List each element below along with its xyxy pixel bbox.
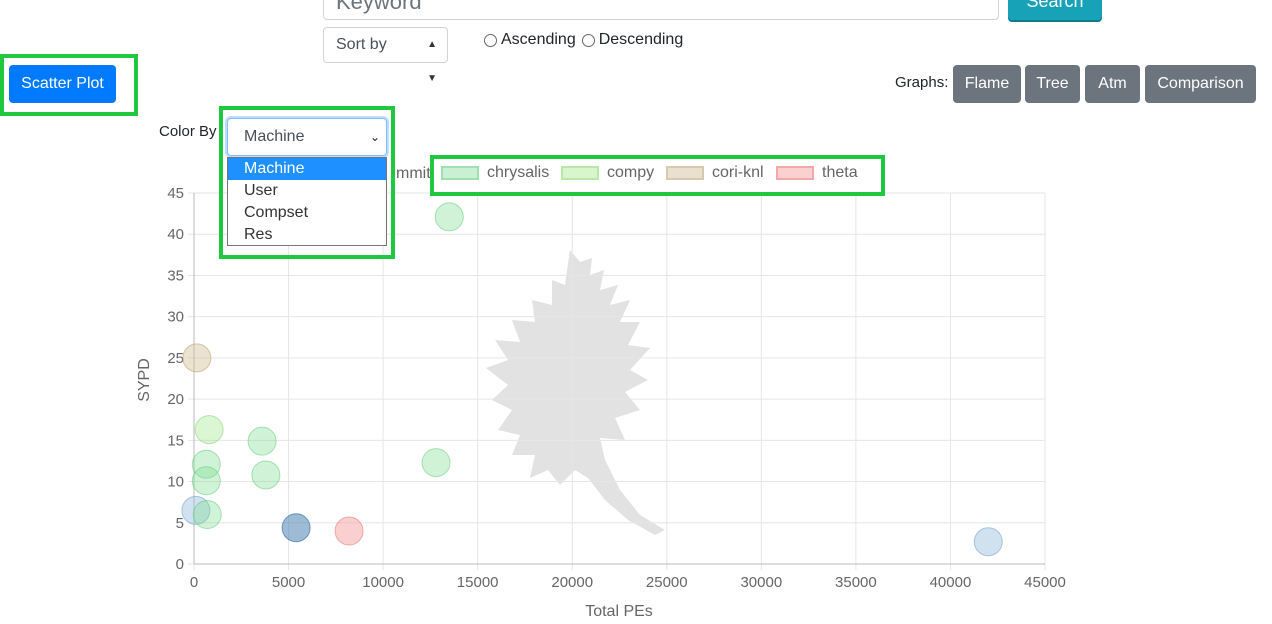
x-tick-label: 15000 — [457, 574, 499, 591]
legend-label: cori-knl — [712, 164, 764, 181]
y-tick-label: 35 — [167, 267, 184, 284]
legend-swatch — [666, 166, 704, 180]
legend-item-theta[interactable]: theta — [776, 164, 858, 182]
y-tick-label: 25 — [167, 350, 184, 367]
scatter-point[interactable] — [182, 343, 212, 373]
legend-label: compy — [607, 164, 655, 181]
legend-item-cori-knl[interactable]: cori-knl — [666, 164, 764, 182]
x-tick-label: 5000 — [272, 574, 305, 591]
option-compset[interactable]: Compset — [228, 202, 386, 224]
x-tick-label: 35000 — [835, 574, 877, 591]
color-by-label: Color By — [159, 123, 217, 140]
legend-item-compy[interactable]: compy — [561, 164, 654, 182]
scatter-point[interactable] — [434, 202, 464, 232]
x-tick-label: 45000 — [1024, 574, 1066, 591]
y-tick-label: 10 — [167, 474, 184, 491]
x-tick-label: 0 — [190, 574, 198, 591]
y-tick-label: 40 — [167, 226, 184, 243]
legend-swatch — [776, 166, 814, 180]
scatter-point[interactable] — [194, 415, 224, 445]
scatter-point[interactable] — [247, 426, 277, 456]
scatter-point[interactable] — [421, 448, 451, 478]
option-user[interactable]: User — [228, 180, 386, 202]
x-tick-label: 10000 — [362, 574, 404, 591]
legend-label: chrysalis — [487, 164, 550, 181]
scatter-point[interactable] — [191, 466, 221, 496]
oak-leaf-watermark — [486, 250, 665, 535]
option-machine[interactable]: Machine — [228, 158, 386, 180]
y-tick-label: 30 — [167, 309, 184, 326]
x-axis-label: Total PEs — [585, 603, 653, 620]
y-tick-label: 5 — [176, 515, 184, 532]
x-tick-label: 20000 — [551, 574, 593, 591]
x-tick-label: 30000 — [740, 574, 782, 591]
x-tick-label: 40000 — [930, 574, 972, 591]
legend-item-chrysalis[interactable]: chrysalis — [441, 164, 549, 182]
x-tick-label: 25000 — [646, 574, 688, 591]
color-by-value: Machine — [244, 128, 305, 145]
scatter-point[interactable] — [281, 513, 311, 543]
scatter-point[interactable] — [251, 460, 281, 490]
y-tick-label: 0 — [176, 556, 184, 573]
y-tick-label: 45 — [167, 185, 184, 202]
option-res[interactable]: Res — [228, 224, 386, 246]
color-by-select[interactable]: Machine ⌄ — [227, 118, 387, 156]
scatter-point[interactable] — [973, 527, 1003, 557]
legend-partial-label: mmit — [396, 165, 431, 182]
y-tick-label: 15 — [167, 432, 184, 449]
legend-label: theta — [822, 164, 858, 181]
y-tick-label: 20 — [167, 391, 184, 408]
scatter-point[interactable] — [334, 516, 364, 546]
legend-swatch — [441, 166, 479, 180]
scatter-point[interactable] — [192, 500, 222, 530]
color-by-options: Machine User Compset Res — [227, 157, 387, 246]
scatter-chart: 0 5000 10000 15000 20000 25000 30000 35000 40000… — [136, 185, 1066, 620]
legend-swatch — [561, 166, 599, 180]
chevron-down-icon: ⌄ — [369, 130, 380, 144]
y-axis-label: SYPD — [136, 358, 153, 402]
